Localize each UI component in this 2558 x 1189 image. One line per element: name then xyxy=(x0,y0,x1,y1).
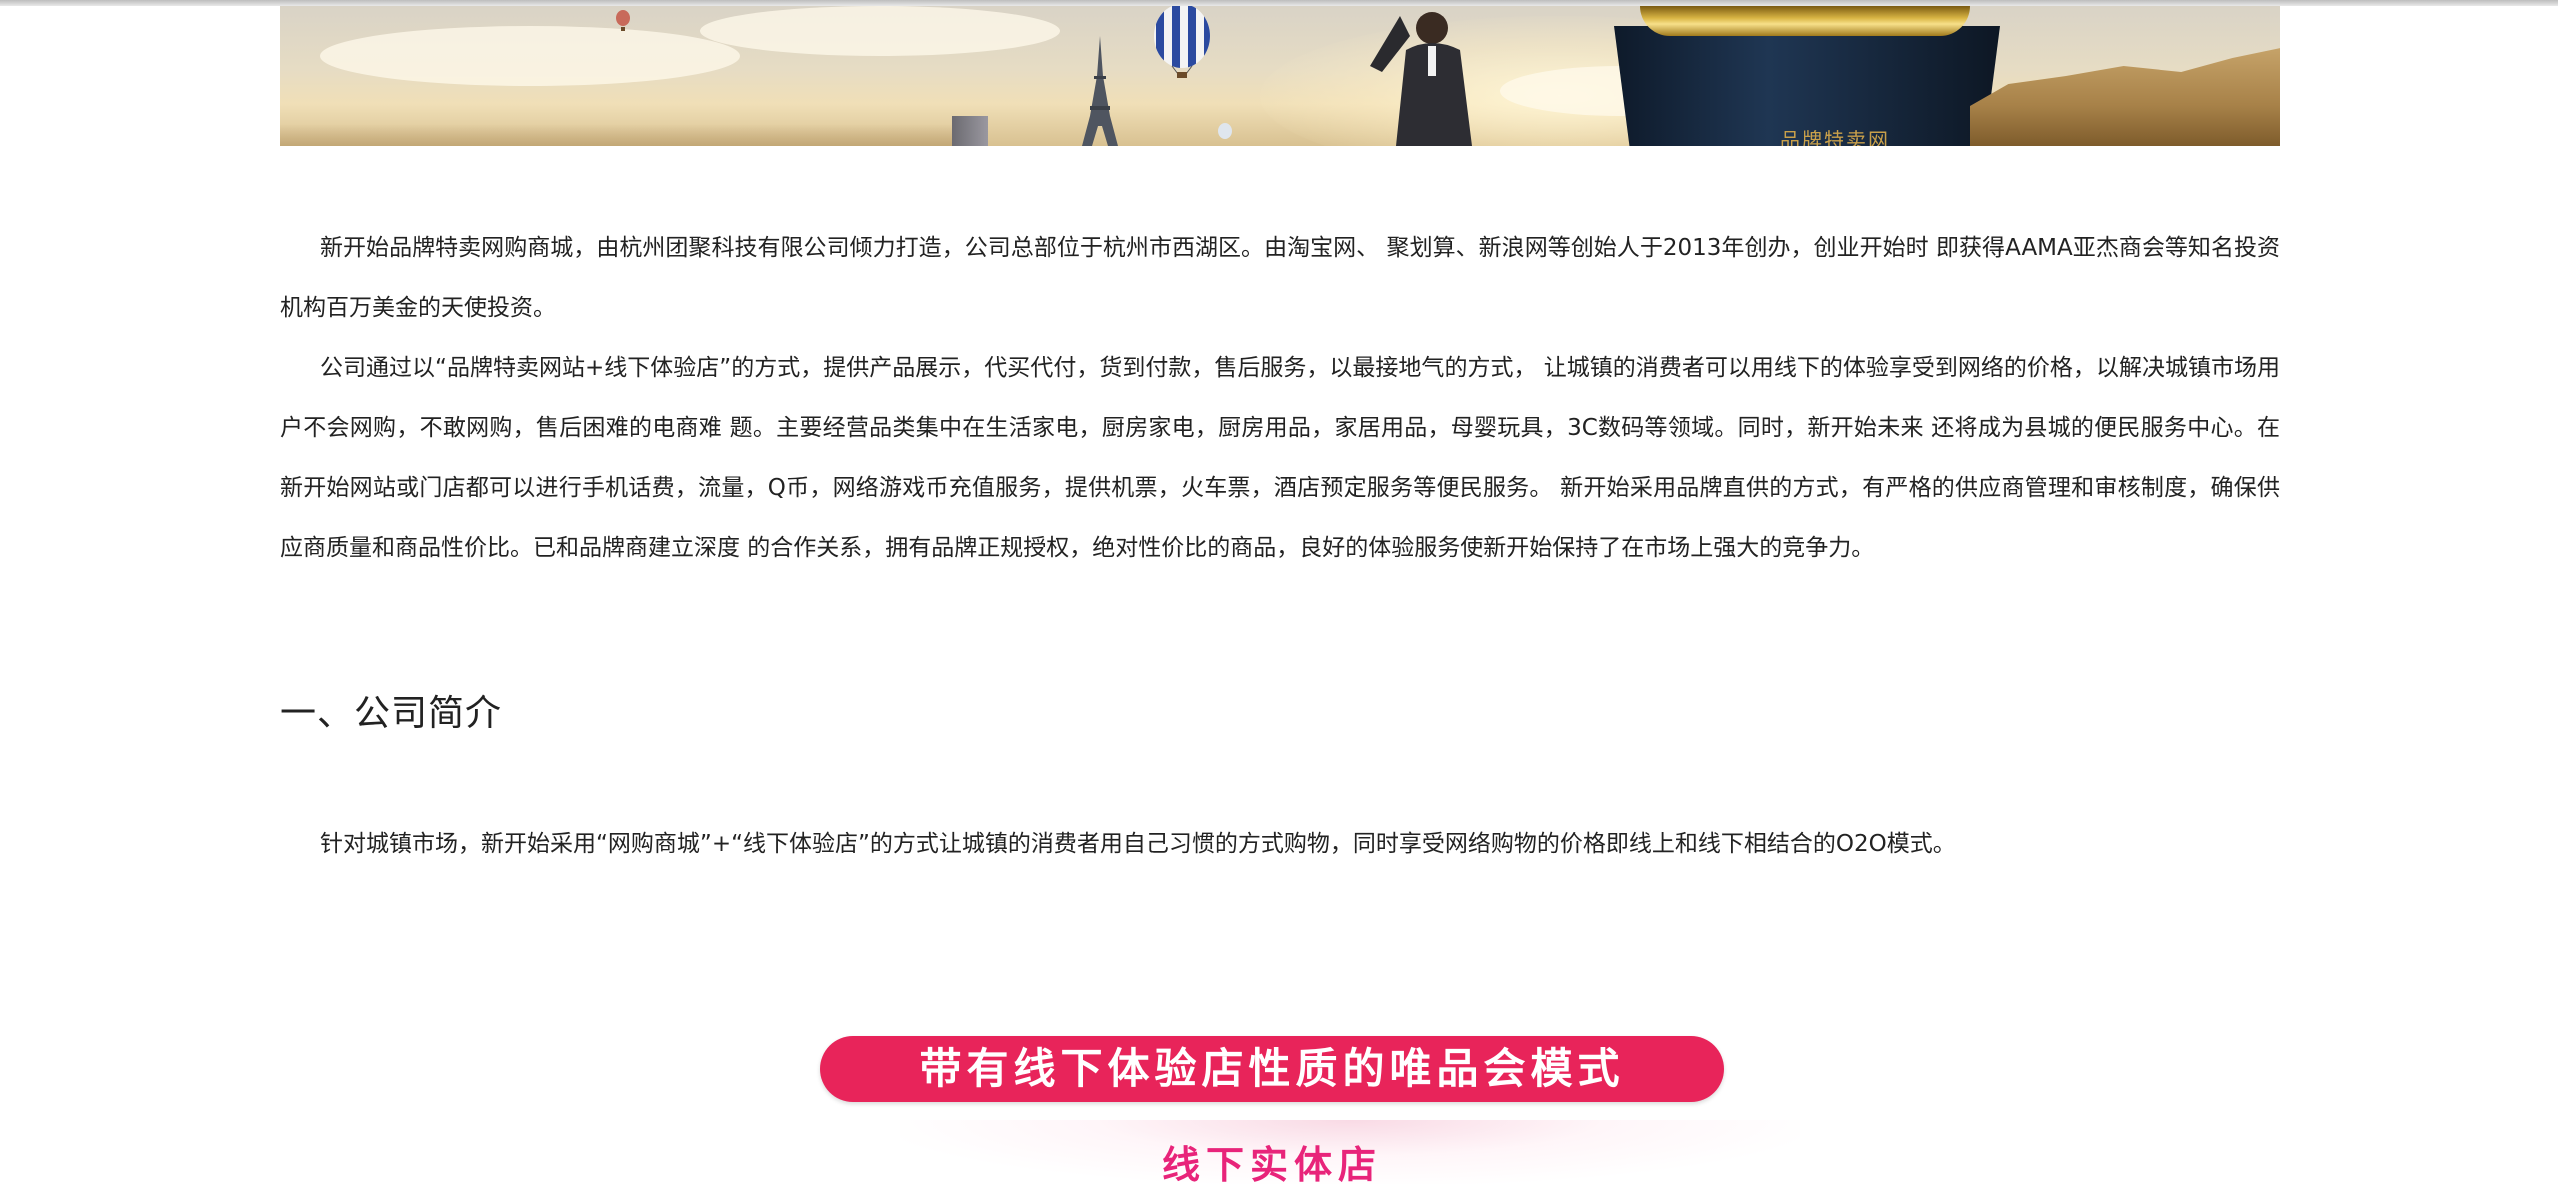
cloud-shape xyxy=(320,26,740,86)
eiffel-tower-icon xyxy=(1082,36,1118,146)
offline-store-heading: 线下实体店 xyxy=(1161,1143,1382,1187)
hero-banner-image: 品牌特卖网 xyxy=(280,6,2280,146)
ground-haze xyxy=(280,124,980,146)
rocky-cliff xyxy=(1970,46,2280,146)
hot-air-balloon-icon xyxy=(616,10,630,31)
section-title-company-profile: 一、公司简介 xyxy=(280,693,503,734)
hot-air-balloon-icon xyxy=(1154,6,1210,78)
article-content: 品牌特卖网 新开始品牌特卖网购商城，由杭州团聚科技有限公司倾力打造，公司总部位于… xyxy=(280,6,2280,874)
businessman-figure xyxy=(1370,12,1472,146)
intro-paragraph-2: 公司通过以“品牌特卖网站+线下体验店”的方式，提供产品展示，代买代付，货到付款，… xyxy=(280,355,2280,561)
building-shape xyxy=(952,116,988,146)
model-pill-banner: 带有线下体验店性质的唯品会模式 xyxy=(820,1036,1724,1102)
company-profile-paragraph: 针对城镇市场，新开始采用“网购商城”+“线下体验店”的方式让城镇的消费者用自己习… xyxy=(320,831,1956,857)
company-profile-text-block: 针对城镇市场，新开始采用“网购商城”+“线下体验店”的方式让城镇的消费者用自己习… xyxy=(280,814,2280,874)
intro-paragraph-1: 新开始品牌特卖网购商城，由杭州团聚科技有限公司倾力打造，公司总部位于杭州市西湖区… xyxy=(280,235,2280,321)
gold-trophy-cup xyxy=(1640,6,1970,36)
hot-air-balloon-icon xyxy=(1218,123,1232,139)
intro-text-block: 新开始品牌特卖网购商城，由杭州团聚科技有限公司倾力打造，公司总部位于杭州市西湖区… xyxy=(280,218,2280,578)
cloud-shape xyxy=(700,6,1060,56)
trophy-plate-text: 品牌特卖网 xyxy=(1780,128,1890,146)
